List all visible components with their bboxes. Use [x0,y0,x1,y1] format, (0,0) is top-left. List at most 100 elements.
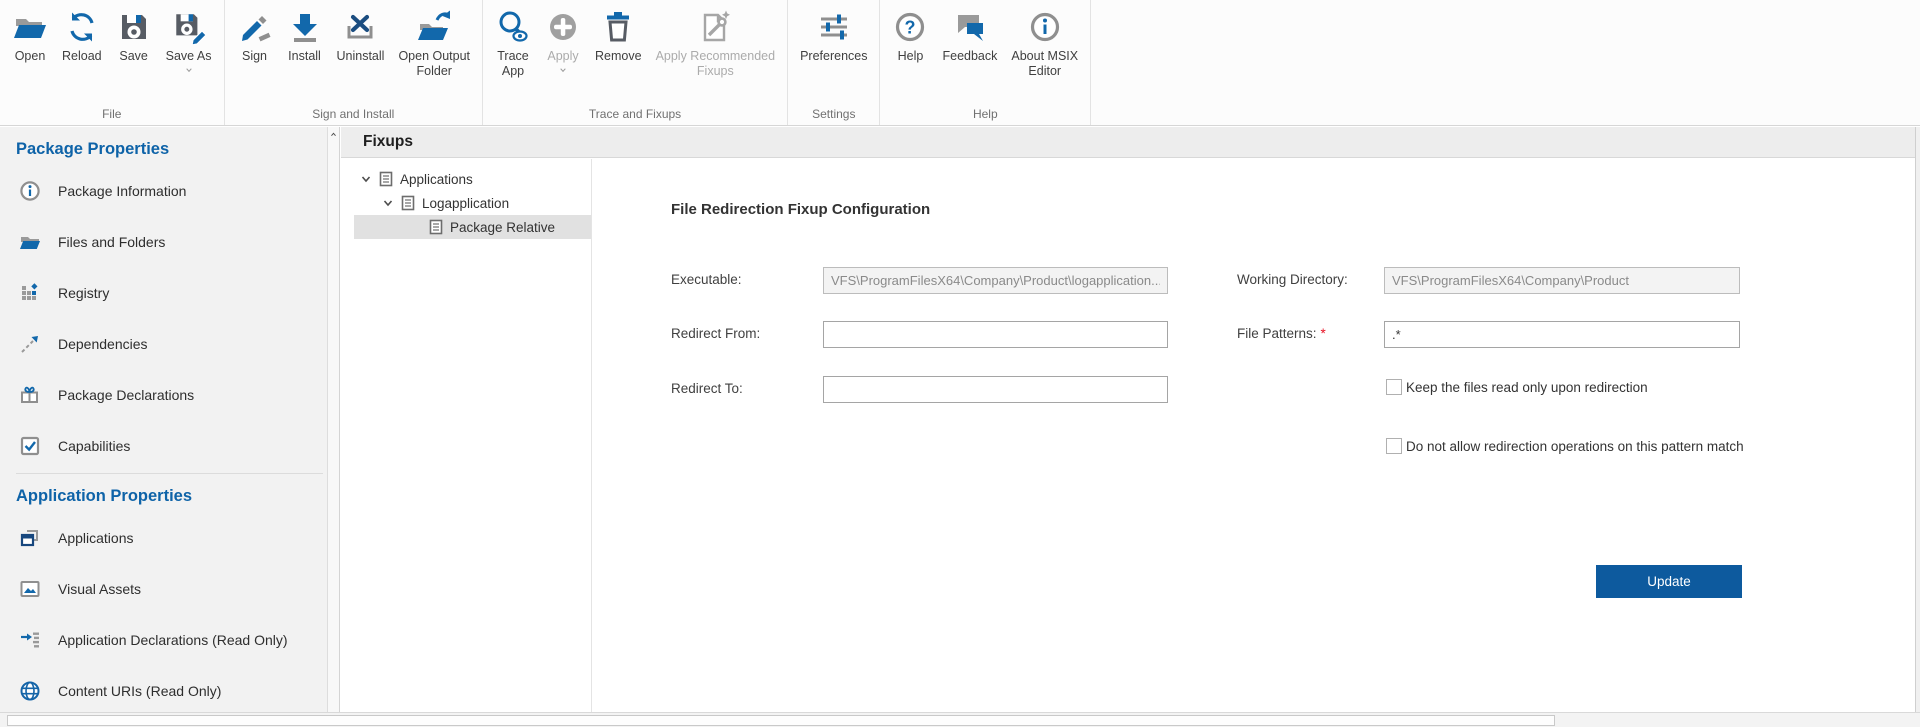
apply-plus-icon [545,9,581,45]
executable-input[interactable] [823,267,1168,294]
sidebar-item-label: Visual Assets [58,581,141,597]
feedback-button[interactable]: Feedback [935,0,1004,64]
sidebar-item-applications[interactable]: Applications [16,512,339,563]
chevron-down-icon[interactable] [360,173,378,185]
chevron-down-icon[interactable] [183,66,195,74]
save-as-button[interactable]: Save As [159,0,219,74]
apply-recommended-fixups-button: Apply Recommended Fixups [649,0,783,80]
sidebar-item-label: Package Declarations [58,387,194,403]
redirect-from-label: Redirect From: [671,326,760,341]
checkbox-check-icon [19,435,41,457]
no-redirection-checkbox-label: Do not allow redirection operations on t… [1406,439,1744,454]
help-question-icon [892,9,928,45]
right-edge-strip [1915,127,1920,712]
help-button-label: Help [898,49,924,64]
document-icon [400,195,416,211]
sidebar-item-application-declarations[interactable]: Application Declarations (Read Only) [16,614,339,665]
remove-button-label: Remove [595,49,642,64]
update-button[interactable]: Update [1596,565,1742,598]
ribbon-group-label-help: Help [880,107,1090,121]
fixups-tree: Applications Logapplication Package Rela… [341,159,592,712]
ribbon-group-label-trace-and-fixups: Trace and Fixups [483,107,787,121]
image-icon [19,578,41,600]
sidebar-item-label: Applications [58,530,134,546]
fixups-panel-title: Fixups [363,133,413,151]
sidebar-section-application-properties: Application Properties [16,487,339,506]
ribbon-group-label-sign-and-install: Sign and Install [225,107,483,121]
tree-node-logapplication[interactable]: Logapplication [341,191,591,215]
sign-button-label: Sign [242,49,267,64]
preferences-button[interactable]: Preferences [793,0,874,64]
help-button[interactable]: Help [885,0,935,64]
open-folder-icon [12,9,48,45]
tree-node-label: Applications [400,172,473,187]
open-button[interactable]: Open [5,0,55,64]
tree-node-applications[interactable]: Applications [341,167,591,191]
sidebar-item-label: Content URIs (Read Only) [58,683,221,699]
ribbon-toolbar: Open Reload Save Save As File Sign [0,0,1920,126]
uninstall-button[interactable]: Uninstall [330,0,392,64]
sidebar-item-files-and-folders[interactable]: Files and Folders [16,216,339,267]
keep-read-only-checkbox-label: Keep the files read only upon redirectio… [1406,380,1648,395]
sidebar-item-label: Application Declarations (Read Only) [58,632,288,648]
chevron-placeholder [410,221,428,233]
sign-button[interactable]: Sign [230,0,280,64]
sidebar-item-capabilities[interactable]: Capabilities [16,420,339,471]
remove-trash-icon [600,9,636,45]
feedback-button-label: Feedback [942,49,997,64]
uninstall-button-label: Uninstall [337,49,385,64]
sidebar-item-package-information[interactable]: Package Information [16,165,339,216]
no-redirection-checkbox[interactable] [1386,438,1402,454]
ribbon-group-settings: Preferences Settings [788,0,880,125]
trace-app-button[interactable]: Trace App [488,0,538,80]
install-button-label: Install [288,49,321,64]
sidebar-item-visual-assets[interactable]: Visual Assets [16,563,339,614]
floppy-disk-icon [116,9,152,45]
save-button-label: Save [119,49,148,64]
redirect-to-input[interactable] [823,376,1168,403]
reload-button[interactable]: Reload [55,0,109,64]
working-directory-label: Working Directory: [1237,272,1348,287]
folder-icon [19,231,41,253]
gift-box-icon [19,384,41,406]
preferences-sliders-icon [816,9,852,45]
sidebar-item-content-uris[interactable]: Content URIs (Read Only) [16,665,339,712]
sidebar: Package Properties Package Information F… [0,127,340,712]
install-button[interactable]: Install [280,0,330,64]
sidebar-scrollbar[interactable] [327,127,339,712]
tree-node-label: Logapplication [422,196,509,211]
open-output-folder-button[interactable]: Open Output Folder [391,0,477,80]
sidebar-item-label: Files and Folders [58,234,165,250]
chevron-down-icon[interactable] [382,197,400,209]
required-marker: * [1321,326,1326,341]
about-msix-editor-label: About MSIX Editor [1011,49,1078,80]
keep-read-only-checkbox-row: Keep the files read only upon redirectio… [1386,379,1648,395]
uninstall-icon [342,9,378,45]
registry-grid-icon [19,282,41,304]
sidebar-section-package-properties: Package Properties [16,140,339,159]
about-msix-editor-button[interactable]: About MSIX Editor [1004,0,1085,80]
save-as-button-label: Save As [166,49,212,64]
apply-button-label: Apply [547,49,578,64]
ribbon-group-help: Help Feedback About MSIX Editor Help [880,0,1091,125]
horizontal-scrollbar[interactable] [0,712,1920,727]
sidebar-item-package-declarations[interactable]: Package Declarations [16,369,339,420]
ribbon-group-file: Open Reload Save Save As File [0,0,225,125]
working-directory-input[interactable] [1384,267,1740,294]
fixups-header: Fixups [341,127,1915,158]
keep-read-only-checkbox[interactable] [1386,379,1402,395]
preferences-button-label: Preferences [800,49,867,64]
feedback-chat-icon [952,9,988,45]
horizontal-scrollbar-thumb[interactable] [7,715,1555,726]
file-patterns-input[interactable] [1384,321,1740,348]
redirect-from-input[interactable] [823,321,1168,348]
sidebar-item-dependencies[interactable]: Dependencies [16,318,339,369]
scrollbar-up-arrow-icon[interactable] [328,127,339,141]
sidebar-item-label: Package Information [58,183,186,199]
sidebar-item-registry[interactable]: Registry [16,267,339,318]
remove-button[interactable]: Remove [588,0,649,64]
config-title: File Redirection Fixup Configuration [671,201,930,218]
tree-node-package-relative[interactable]: Package Relative [354,215,591,239]
open-output-folder-label: Open Output Folder [398,49,470,80]
save-button[interactable]: Save [109,0,159,64]
